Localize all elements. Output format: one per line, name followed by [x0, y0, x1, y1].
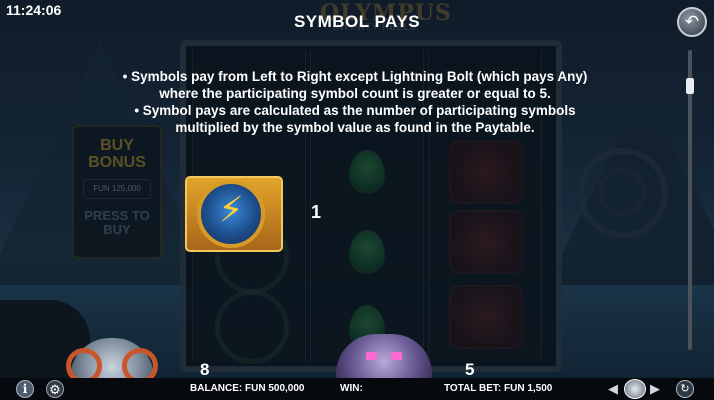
lightning-bolt-icon: ⚡: [185, 176, 283, 252]
gear-icon[interactable]: ⚙: [46, 380, 64, 398]
bet-increase-icon[interactable]: ▶: [650, 381, 660, 397]
rules-line: multiplied by the symbol value as found …: [175, 120, 535, 135]
rules-line: • Symbols pay from Left to Right except …: [122, 69, 588, 84]
rules-line: • Symbol pays are calculated as the numb…: [134, 103, 576, 118]
game-screen: OLYMPUS INFINITY REELS BUY BONUS FUN 125…: [0, 0, 714, 400]
info-icon[interactable]: i: [16, 380, 34, 398]
wolf-eyes: [366, 352, 402, 360]
autoplay-icon[interactable]: ↻: [676, 380, 694, 398]
bolt-glyph: ⚡: [218, 190, 244, 231]
rules-text: • Symbols pay from Left to Right except …: [40, 68, 670, 136]
ram-pay: 8: [200, 360, 210, 379]
bolt-disc: ⚡: [197, 180, 265, 248]
bottom-bar: i ⚙ BALANCE: FUN 500,000 WIN: TOTAL BET:…: [0, 378, 714, 400]
rules-line: where the participating symbol count is …: [159, 86, 551, 101]
lightning-bolt-pay: 1: [311, 202, 322, 222]
win-label: WIN:: [340, 383, 363, 394]
coin-bet-icon[interactable]: [624, 379, 646, 399]
bet-decrease-icon[interactable]: ◀: [608, 381, 618, 397]
scrollbar[interactable]: [686, 50, 694, 350]
total-bet-label: TOTAL BET: FUN 1,500: [444, 383, 553, 394]
scrollbar-thumb[interactable]: [686, 78, 694, 94]
back-arrow-icon: ↶: [684, 12, 700, 31]
back-button[interactable]: ↶: [677, 7, 707, 37]
page-title: SYMBOL PAYS: [293, 12, 421, 31]
wolf-pay: 5: [465, 360, 475, 379]
balance-label: BALANCE: FUN 500,000: [190, 383, 305, 394]
